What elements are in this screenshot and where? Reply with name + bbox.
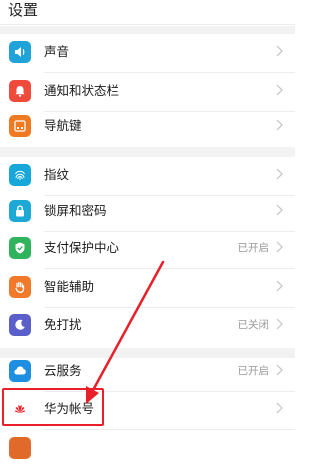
settings-item-lock-screen[interactable]: 锁屏和密码	[0, 193, 295, 232]
chevron-right-icon	[276, 204, 283, 216]
settings-item-label: 指纹	[44, 167, 70, 182]
settings-item-partial[interactable]	[0, 430, 295, 469]
app-icon	[9, 437, 31, 459]
chevron-right-icon	[276, 84, 283, 96]
bell-icon	[9, 80, 31, 102]
shield-check-icon	[9, 237, 31, 259]
moon-icon	[9, 314, 31, 336]
chevron-right-icon	[276, 168, 283, 180]
settings-item-label: 声音	[44, 44, 70, 59]
settings-item-label: 免打扰	[44, 317, 82, 332]
chevron-right-icon	[276, 119, 283, 131]
annotation-highlight-box	[2, 388, 104, 426]
fingerprint-icon	[9, 164, 31, 186]
speaker-icon	[9, 41, 31, 63]
cloud-icon	[9, 360, 31, 382]
settings-item-label: 智能辅助	[44, 279, 95, 294]
navigation-key-icon	[9, 115, 31, 137]
settings-item-label: 锁屏和密码	[44, 203, 107, 218]
settings-item-cloud-service[interactable]: 云服务 已开启	[0, 353, 295, 392]
hand-icon	[9, 276, 31, 298]
settings-item-smart-assistance[interactable]: 智能辅助	[0, 269, 295, 308]
chevron-right-icon	[276, 241, 283, 253]
title-divider	[0, 24, 295, 25]
settings-item-sound[interactable]: 声音	[0, 34, 295, 73]
settings-item-label: 云服务	[44, 363, 82, 378]
lock-icon	[9, 200, 31, 222]
settings-item-notifications[interactable]: 通知和状态栏	[0, 73, 295, 112]
page-title: 设置	[8, 1, 39, 19]
section-gap	[0, 26, 295, 34]
settings-item-do-not-disturb[interactable]: 免打扰 已关闭	[0, 307, 295, 346]
settings-item-label: 支付保护中心	[44, 240, 120, 255]
settings-item-label: 导航键	[44, 118, 82, 133]
chevron-right-icon	[276, 318, 283, 330]
settings-item-status: 已开启	[237, 365, 270, 377]
chevron-right-icon	[276, 364, 283, 376]
chevron-right-icon	[276, 402, 283, 414]
settings-item-navigation-keys[interactable]: 导航键	[0, 108, 295, 147]
settings-item-payment-protection[interactable]: 支付保护中心 已开启	[0, 230, 295, 269]
settings-item-status: 已开启	[237, 242, 270, 254]
settings-item-status: 已关闭	[237, 319, 270, 331]
section-gap	[0, 147, 295, 157]
chevron-right-icon	[276, 280, 283, 292]
settings-item-fingerprint[interactable]: 指纹	[0, 157, 295, 196]
settings-item-label: 通知和状态栏	[44, 83, 120, 98]
chevron-right-icon	[276, 45, 283, 57]
